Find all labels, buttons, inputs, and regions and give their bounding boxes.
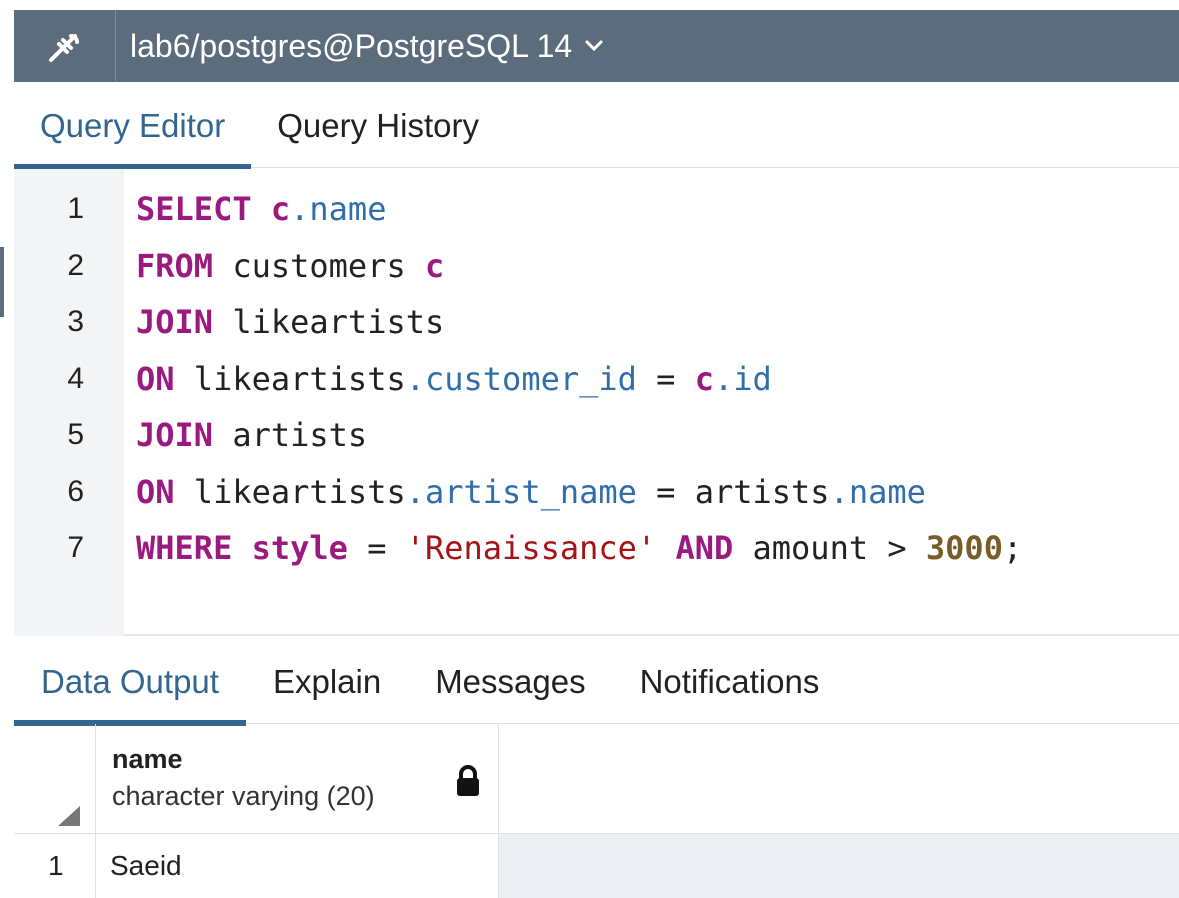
- code-text: ON likeartists.artist_name = artists.nam…: [136, 473, 926, 511]
- code-text: JOIN likeartists: [136, 303, 444, 341]
- identifier: artists: [213, 416, 368, 455]
- keyword: WHERE: [136, 529, 233, 568]
- property: customer_id: [424, 359, 637, 398]
- identifier: amount >: [733, 529, 926, 568]
- keyword: JOIN: [136, 416, 214, 455]
- keyword: AND: [675, 529, 734, 568]
- alias: c: [424, 246, 445, 285]
- data-output-grid: name character varying (20) 1 Saeid: [14, 724, 1179, 898]
- dot: .: [290, 190, 310, 229]
- column-name: name: [112, 744, 183, 774]
- row-empty-area: [499, 834, 1179, 898]
- line-number: 1: [67, 192, 84, 226]
- code-line: 2 FROM customers c: [14, 238, 1022, 295]
- keyword: ON: [136, 472, 175, 511]
- connection-title: lab6/postgres@PostgreSQL 14: [130, 27, 573, 64]
- code-line: 1 SELECT c.name: [14, 181, 1022, 238]
- line-number: 4: [67, 361, 84, 395]
- output-tabs: Data Output Explain Messages Notificatio…: [14, 638, 1179, 726]
- resize-handle[interactable]: [0, 247, 4, 317]
- column-header-name[interactable]: name character varying (20): [96, 724, 499, 834]
- identifier: customers: [213, 246, 425, 285]
- keyword: SELECT: [136, 190, 252, 229]
- property: artist_name: [424, 472, 637, 511]
- keyword: style: [251, 529, 348, 568]
- keyword: ON: [136, 359, 175, 398]
- code-line: 5 JOIN artists: [14, 407, 1022, 464]
- corner-triangle-icon: [58, 806, 80, 826]
- code-text: SELECT c.name: [136, 190, 386, 228]
- string-literal: 'Renaissance': [405, 529, 657, 568]
- tab-query-history[interactable]: Query History: [251, 85, 505, 167]
- tab-notifications[interactable]: Notifications: [613, 641, 847, 723]
- column-type: character varying (20): [112, 781, 375, 811]
- grid-header: name character varying (20): [14, 724, 1179, 834]
- code-text: FROM customers c: [136, 247, 444, 285]
- tab-messages[interactable]: Messages: [408, 641, 612, 723]
- table-cell[interactable]: Saeid: [96, 834, 499, 898]
- dot: .: [713, 359, 734, 398]
- row-number: 1: [14, 834, 96, 898]
- identifier: likeartists: [174, 472, 406, 511]
- tab-data-output[interactable]: Data Output: [14, 641, 246, 726]
- line-number: 5: [67, 418, 84, 452]
- connection-icon-button[interactable]: [14, 10, 116, 82]
- tab-explain[interactable]: Explain: [246, 641, 408, 723]
- keyword: JOIN: [136, 303, 214, 342]
- connection-bar: lab6/postgres@PostgreSQL 14: [14, 10, 1179, 82]
- keyword: FROM: [136, 246, 214, 285]
- operator: =: [636, 359, 695, 398]
- code-line: 4 ON likeartists.customer_id = c.id: [14, 351, 1022, 408]
- property: name: [309, 190, 387, 229]
- line-number: 7: [67, 531, 84, 565]
- identifier: artists: [694, 472, 830, 511]
- property: id: [733, 359, 772, 398]
- dot: .: [405, 472, 425, 511]
- connection-plug-icon: [48, 34, 79, 62]
- editor-tabs: Query Editor Query History: [14, 82, 1179, 170]
- code-text: ON likeartists.customer_id = c.id: [136, 360, 772, 398]
- tab-query-editor[interactable]: Query Editor: [14, 85, 252, 170]
- table-row[interactable]: 1 Saeid: [14, 834, 1179, 898]
- number-literal: 3000: [925, 529, 1003, 568]
- alias: c: [270, 190, 291, 229]
- code-line: 7 WHERE style = 'Renaissance' AND amount…: [14, 520, 1022, 577]
- chevron-down-icon: [585, 40, 603, 52]
- semicolon: ;: [1002, 529, 1023, 568]
- dot: .: [405, 359, 425, 398]
- dot: .: [829, 472, 849, 511]
- line-number: 3: [67, 305, 84, 339]
- identifier: likeartists: [213, 303, 445, 342]
- line-number: 2: [67, 248, 84, 282]
- code-lines: 1 SELECT c.name 2 FROM customers c 3 JOI…: [14, 181, 1022, 577]
- line-number: 6: [67, 474, 84, 508]
- connection-selector[interactable]: lab6/postgres@PostgreSQL 14: [116, 28, 604, 65]
- code-line: 3 JOIN likeartists: [14, 294, 1022, 351]
- sql-editor[interactable]: 1 SELECT c.name 2 FROM customers c 3 JOI…: [0, 169, 1179, 636]
- code-line: 6 ON likeartists.artist_name = artists.n…: [14, 464, 1022, 521]
- alias: c: [694, 359, 714, 398]
- select-all-corner[interactable]: [14, 724, 96, 834]
- code-text: WHERE style = 'Renaissance' AND amount >…: [136, 529, 1023, 568]
- identifier: likeartists: [174, 359, 406, 398]
- property: name: [848, 472, 926, 511]
- code-text: JOIN artists: [136, 416, 367, 454]
- operator: =: [636, 472, 695, 511]
- lock-icon: [457, 765, 479, 796]
